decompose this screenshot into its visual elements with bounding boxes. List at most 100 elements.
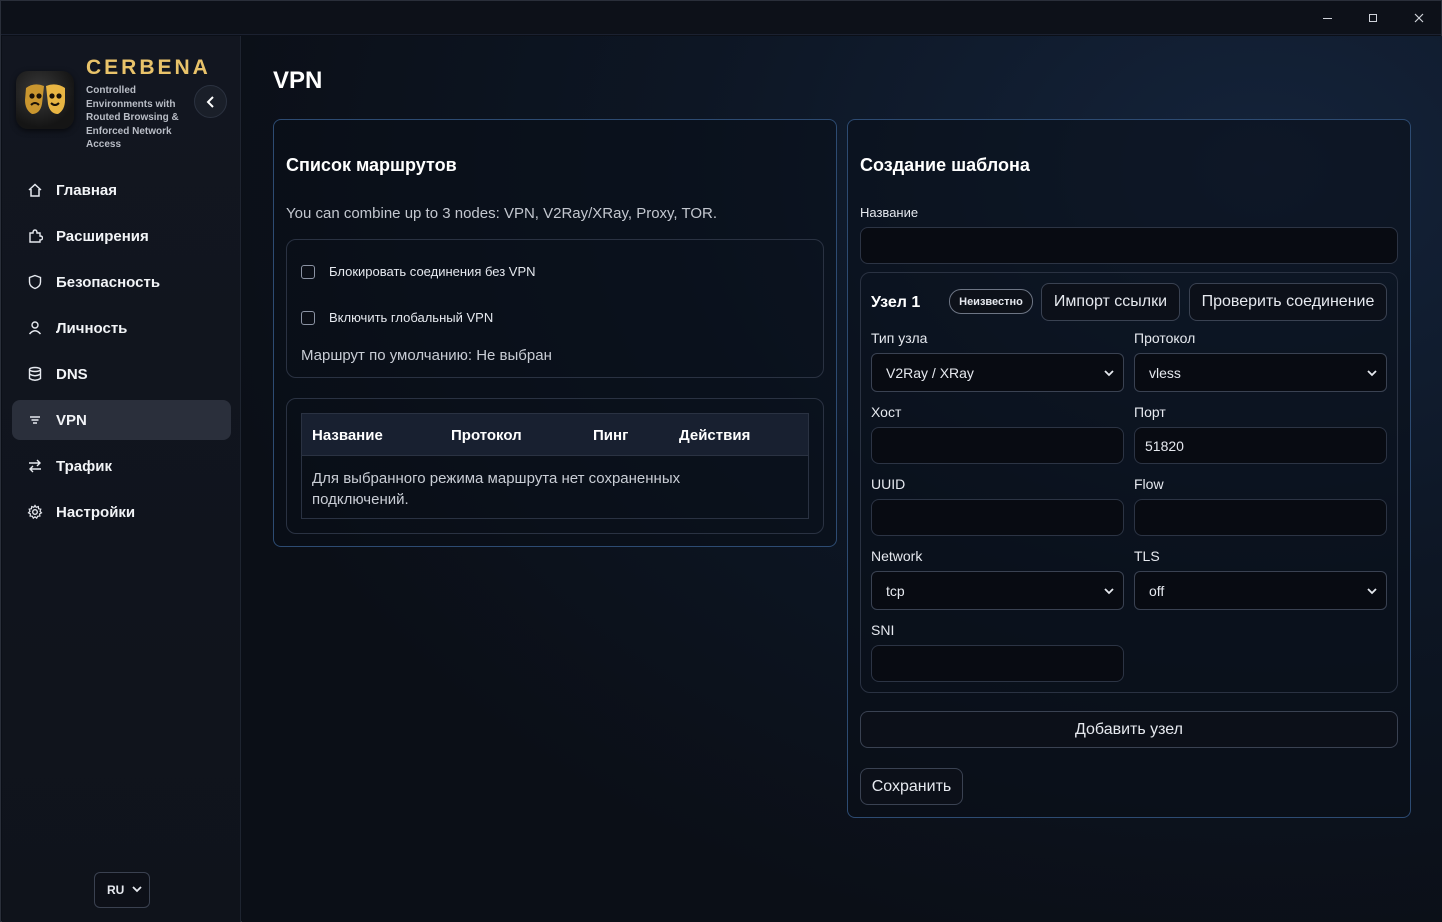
template-card: Создание шаблона Название Узел 1 Неизвес… [847,119,1411,818]
tls-label: TLS [1134,548,1160,564]
sidebar-item-vpn[interactable]: VPN [12,400,231,440]
chevron-left-icon [206,95,214,108]
routes-table: Название Протокол Пинг Действия Для выбр… [301,413,809,519]
column-header-protocol[interactable]: Протокол [451,427,522,444]
column-header-ping[interactable]: Пинг [593,427,628,444]
maximize-button[interactable] [1350,1,1396,35]
sidebar-item-label: Расширения [56,227,149,245]
protocol-label: Протокол [1134,330,1196,346]
tls-select[interactable]: off [1134,571,1387,610]
template-name-label: Название [860,205,919,220]
close-icon [1414,13,1424,23]
minimize-button[interactable] [1304,1,1350,35]
sidebar-item-home[interactable]: Главная [12,170,231,210]
sidebar-item-identity[interactable]: Личность [12,308,231,348]
route-options-box: Блокировать соединения без VPN Включить … [286,239,824,378]
global-vpn-label: Включить глобальный VPN [329,310,494,325]
sidebar-item-label: Безопасность [56,273,161,291]
routes-table-box: Название Протокол Пинг Действия Для выбр… [286,398,824,534]
minimize-icon [1322,17,1332,19]
tls-value: off [1149,582,1165,599]
user-icon [26,319,44,337]
sidebar: CERBENA Controlled Environments with Rou… [2,36,241,922]
collapse-sidebar-button[interactable] [194,85,227,118]
uuid-label: UUID [871,476,906,492]
page-title: VPN [273,67,323,94]
node-status-badge: Неизвестно [949,289,1033,314]
app-logo [16,71,74,129]
routes-card: Список маршрутов You can combine up to 3… [273,119,837,547]
sni-label: SNI [871,622,895,638]
template-card-title: Создание шаблона [860,155,1030,175]
flow-label: Flow [1134,476,1164,492]
sidebar-item-label: DNS [56,365,88,383]
traffic-icon [26,457,44,475]
close-button[interactable] [1396,1,1442,35]
sidebar-item-extensions[interactable]: Расширения [12,216,231,256]
chevron-down-icon [1104,588,1114,595]
import-link-button[interactable]: Импорт ссылки [1041,283,1180,321]
main-content: VPN Список маршрутов You can combine up … [242,36,1442,922]
routes-card-title: Список маршрутов [286,155,457,175]
default-route-text: Маршрут по умолчанию: Не выбран [301,347,552,364]
global-vpn-option[interactable]: Включить глобальный VPN [301,310,493,325]
sidebar-item-label: Настройки [56,503,136,521]
host-label: Хост [871,404,902,420]
sidebar-item-label: Личность [56,319,128,337]
app-window: CERBENA Controlled Environments with Rou… [0,0,1442,922]
sidebar-item-security[interactable]: Безопасность [12,262,231,302]
node-type-label: Тип узла [871,330,928,346]
network-value: tcp [886,582,905,599]
node-title: Узел 1 [871,294,921,311]
flow-input[interactable] [1134,499,1387,536]
brand-subtitle: Controlled Environments with Routed Brow… [86,85,179,150]
vpn-icon [26,411,44,429]
gear-icon [26,503,44,521]
protocol-value: vless [1149,364,1181,381]
node-type-select[interactable]: V2Ray / XRay [871,353,1124,392]
sidebar-item-label: Главная [56,181,118,199]
block-without-vpn-option[interactable]: Блокировать соединения без VPN [301,264,536,279]
uuid-input[interactable] [871,499,1124,536]
check-connection-button[interactable]: Проверить соединение [1189,283,1387,321]
empty-table-message: Для выбранного режима маршрута нет сохра… [312,470,681,508]
chevron-down-icon [1104,370,1114,377]
port-input[interactable]: 51820 [1134,427,1387,464]
routes-hint: You can combine up to 3 nodes: VPN, V2Ra… [286,205,718,222]
protocol-select[interactable]: vless [1134,353,1387,392]
home-icon [26,181,44,199]
sidebar-item-label: Трафик [56,457,112,475]
chevron-down-icon [1367,370,1377,377]
column-header-actions: Действия [679,427,751,444]
save-button[interactable]: Сохранить [860,768,963,805]
network-label: Network [871,548,923,564]
add-node-button[interactable]: Добавить узел [860,711,1398,748]
global-vpn-checkbox[interactable] [301,310,315,325]
sidebar-nav: Главная Расширения Безопасность Личность… [12,170,231,538]
port-label: Порт [1134,404,1166,420]
sidebar-item-traffic[interactable]: Трафик [12,446,231,486]
chevron-down-icon [132,886,142,893]
template-name-input[interactable] [860,227,1398,264]
table-header: Название Протокол Пинг Действия [302,414,808,456]
network-select[interactable]: tcp [871,571,1124,610]
sni-input[interactable] [871,645,1124,682]
host-input[interactable] [871,427,1124,464]
chevron-down-icon [1367,588,1377,595]
language-value: RU [107,883,125,897]
sidebar-item-label: VPN [56,411,87,429]
node-box: Узел 1 Неизвестно Импорт ссылки Проверит… [860,272,1398,693]
puzzle-icon [26,227,44,245]
shield-icon [26,273,44,291]
column-header-name[interactable]: Название [312,427,383,444]
brand-title: CERBENA [86,56,211,79]
maximize-icon [1369,14,1377,22]
masks-logo-icon [25,84,65,114]
sidebar-item-settings[interactable]: Настройки [12,492,231,532]
database-icon [26,365,44,383]
block-without-vpn-checkbox[interactable] [301,264,315,279]
node-type-value: V2Ray / XRay [886,364,974,381]
sidebar-item-dns[interactable]: DNS [12,354,231,394]
language-select[interactable]: RU [94,872,150,908]
title-bar [1,1,1441,35]
